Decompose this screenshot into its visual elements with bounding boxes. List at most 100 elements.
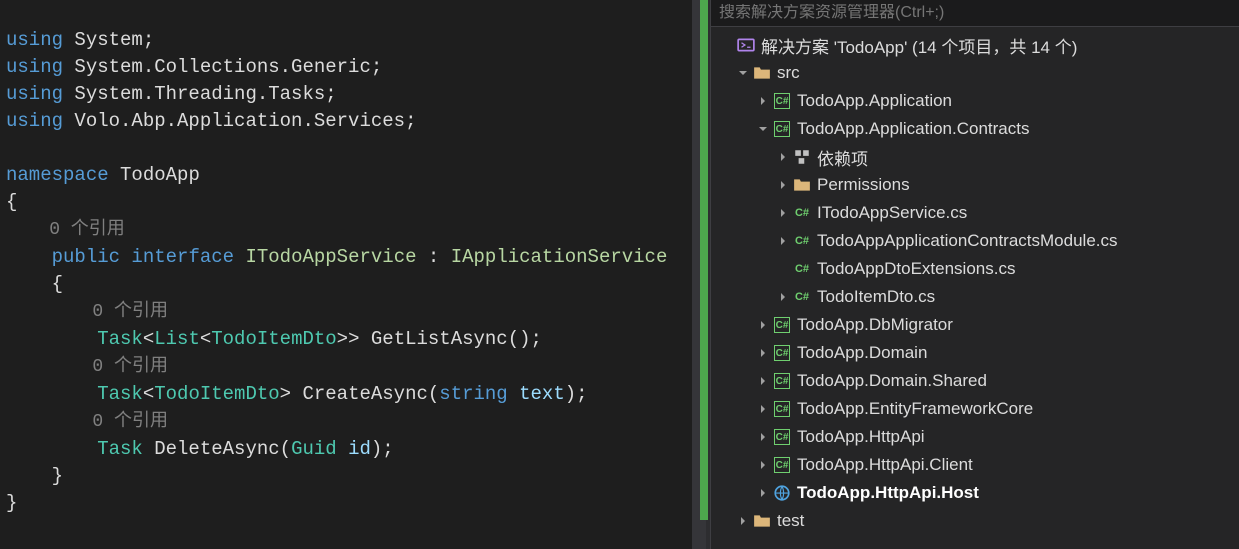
namespace-text: System.Collections.Generic; bbox=[63, 56, 382, 78]
code-lens[interactable]: 0 个引用 bbox=[6, 357, 168, 377]
expander-icon[interactable] bbox=[735, 513, 751, 529]
solution-node[interactable]: 解决方案 'TodoApp' (14 个项目，共 14 个) bbox=[711, 31, 1239, 59]
file-node[interactable]: C# TodoAppDtoExtensions.cs bbox=[711, 255, 1239, 283]
project-label: TodoApp.Application bbox=[797, 91, 952, 111]
expander-icon[interactable] bbox=[755, 457, 771, 473]
expander-icon[interactable] bbox=[775, 149, 791, 165]
web-project-icon bbox=[773, 484, 791, 502]
expander-icon[interactable] bbox=[775, 289, 791, 305]
expander-icon[interactable] bbox=[755, 93, 771, 109]
namespace-text: System.Threading.Tasks; bbox=[63, 83, 337, 105]
folder-icon bbox=[753, 512, 771, 530]
angle: < bbox=[143, 383, 154, 405]
csharp-file-icon: C# bbox=[793, 204, 811, 222]
expander-icon[interactable] bbox=[755, 485, 771, 501]
angle: < bbox=[143, 328, 154, 350]
folder-label: Permissions bbox=[817, 175, 910, 195]
code-lens[interactable]: 0 个引用 bbox=[6, 220, 125, 240]
type: List bbox=[154, 328, 200, 350]
dependencies-label: 依赖项 bbox=[817, 145, 868, 170]
file-node[interactable]: C# ITodoAppService.cs bbox=[711, 199, 1239, 227]
param-name: id bbox=[337, 438, 371, 460]
search-input[interactable] bbox=[719, 4, 1231, 22]
folder-test[interactable]: test bbox=[711, 507, 1239, 535]
project-node[interactable]: C# TodoApp.Application bbox=[711, 87, 1239, 115]
folder-icon bbox=[793, 176, 811, 194]
expander-icon[interactable] bbox=[755, 345, 771, 361]
brace: { bbox=[6, 273, 63, 295]
scroll-marker bbox=[700, 0, 708, 520]
expander-icon[interactable] bbox=[775, 177, 791, 193]
keyword: using bbox=[6, 56, 63, 78]
expander-icon[interactable] bbox=[755, 121, 771, 137]
solution-icon bbox=[737, 36, 755, 54]
expander-icon[interactable] bbox=[755, 373, 771, 389]
project-label: TodoApp.Domain bbox=[797, 343, 927, 363]
folder-src[interactable]: src bbox=[711, 59, 1239, 87]
file-node[interactable]: C# TodoAppApplicationContractsModule.cs bbox=[711, 227, 1239, 255]
paren: ( bbox=[428, 383, 439, 405]
csharp-file-icon: C# bbox=[793, 260, 811, 278]
expander-icon[interactable] bbox=[755, 429, 771, 445]
file-label: TodoAppDtoExtensions.cs bbox=[817, 259, 1015, 279]
folder-label: test bbox=[777, 511, 804, 531]
code-editor[interactable]: using System; using System.Collections.G… bbox=[0, 0, 710, 549]
csharp-project-icon: C# bbox=[773, 344, 791, 362]
code-content: using System; using System.Collections.G… bbox=[0, 0, 710, 544]
param-type: Guid bbox=[291, 438, 337, 460]
solution-explorer: 解决方案 'TodoApp' (14 个项目，共 14 个) src C# To… bbox=[710, 0, 1239, 549]
parens: (); bbox=[508, 328, 542, 350]
keyword: namespace bbox=[6, 164, 109, 186]
scrollbar-vertical[interactable] bbox=[692, 0, 710, 549]
dependencies-node[interactable]: 依赖项 bbox=[711, 143, 1239, 171]
csharp-file-icon: C# bbox=[793, 232, 811, 250]
project-label: TodoApp.DbMigrator bbox=[797, 315, 953, 335]
project-label: TodoApp.HttpApi.Host bbox=[797, 483, 979, 503]
paren: ( bbox=[280, 438, 291, 460]
paren: ); bbox=[371, 438, 394, 460]
expander-icon[interactable] bbox=[735, 65, 751, 81]
csharp-project-icon: C# bbox=[773, 456, 791, 474]
project-node[interactable]: C# TodoApp.HttpApi.Client bbox=[711, 451, 1239, 479]
namespace-text: System; bbox=[63, 29, 154, 51]
expander-icon[interactable] bbox=[775, 233, 791, 249]
type: Task bbox=[6, 438, 143, 460]
folder-label: src bbox=[777, 63, 800, 83]
csharp-project-icon: C# bbox=[773, 120, 791, 138]
solution-label: 解决方案 'TodoApp' (14 个项目，共 14 个) bbox=[761, 33, 1077, 58]
namespace-name: TodoApp bbox=[109, 164, 200, 186]
keyword: using bbox=[6, 83, 63, 105]
code-lens[interactable]: 0 个引用 bbox=[6, 302, 168, 322]
file-node[interactable]: C# TodoItemDto.cs bbox=[711, 283, 1239, 311]
csharp-project-icon: C# bbox=[773, 316, 791, 334]
angle: < bbox=[200, 328, 211, 350]
code-lens[interactable]: 0 个引用 bbox=[6, 412, 168, 432]
project-label: TodoApp.EntityFrameworkCore bbox=[797, 399, 1033, 419]
folder-permissions[interactable]: Permissions bbox=[711, 171, 1239, 199]
angle: > bbox=[280, 383, 291, 405]
expander-icon[interactable] bbox=[755, 401, 771, 417]
project-node[interactable]: C# TodoApp.Application.Contracts bbox=[711, 115, 1239, 143]
project-node[interactable]: C# TodoApp.DbMigrator bbox=[711, 311, 1239, 339]
csharp-project-icon: C# bbox=[773, 400, 791, 418]
expander-icon[interactable] bbox=[775, 205, 791, 221]
project-node[interactable]: C# TodoApp.HttpApi bbox=[711, 423, 1239, 451]
project-node-startup[interactable]: TodoApp.HttpApi.Host bbox=[711, 479, 1239, 507]
search-bar bbox=[711, 0, 1239, 27]
param-name: text bbox=[508, 383, 565, 405]
solution-tree[interactable]: 解决方案 'TodoApp' (14 个项目，共 14 个) src C# To… bbox=[711, 27, 1239, 549]
type: TodoItemDto bbox=[154, 383, 279, 405]
base-type: IApplicationService bbox=[451, 246, 668, 268]
expander-icon[interactable] bbox=[755, 317, 771, 333]
type: Task bbox=[6, 328, 143, 350]
file-label: TodoAppApplicationContractsModule.cs bbox=[817, 231, 1118, 251]
angle: >> bbox=[337, 328, 360, 350]
project-label: TodoApp.HttpApi.Client bbox=[797, 455, 973, 475]
project-label: TodoApp.HttpApi bbox=[797, 427, 925, 447]
method-name: CreateAsync bbox=[291, 383, 428, 405]
project-node[interactable]: C# TodoApp.Domain.Shared bbox=[711, 367, 1239, 395]
project-node[interactable]: C# TodoApp.EntityFrameworkCore bbox=[711, 395, 1239, 423]
project-node[interactable]: C# TodoApp.Domain bbox=[711, 339, 1239, 367]
file-label: TodoItemDto.cs bbox=[817, 287, 935, 307]
interface-name: ITodoAppService bbox=[234, 246, 416, 268]
